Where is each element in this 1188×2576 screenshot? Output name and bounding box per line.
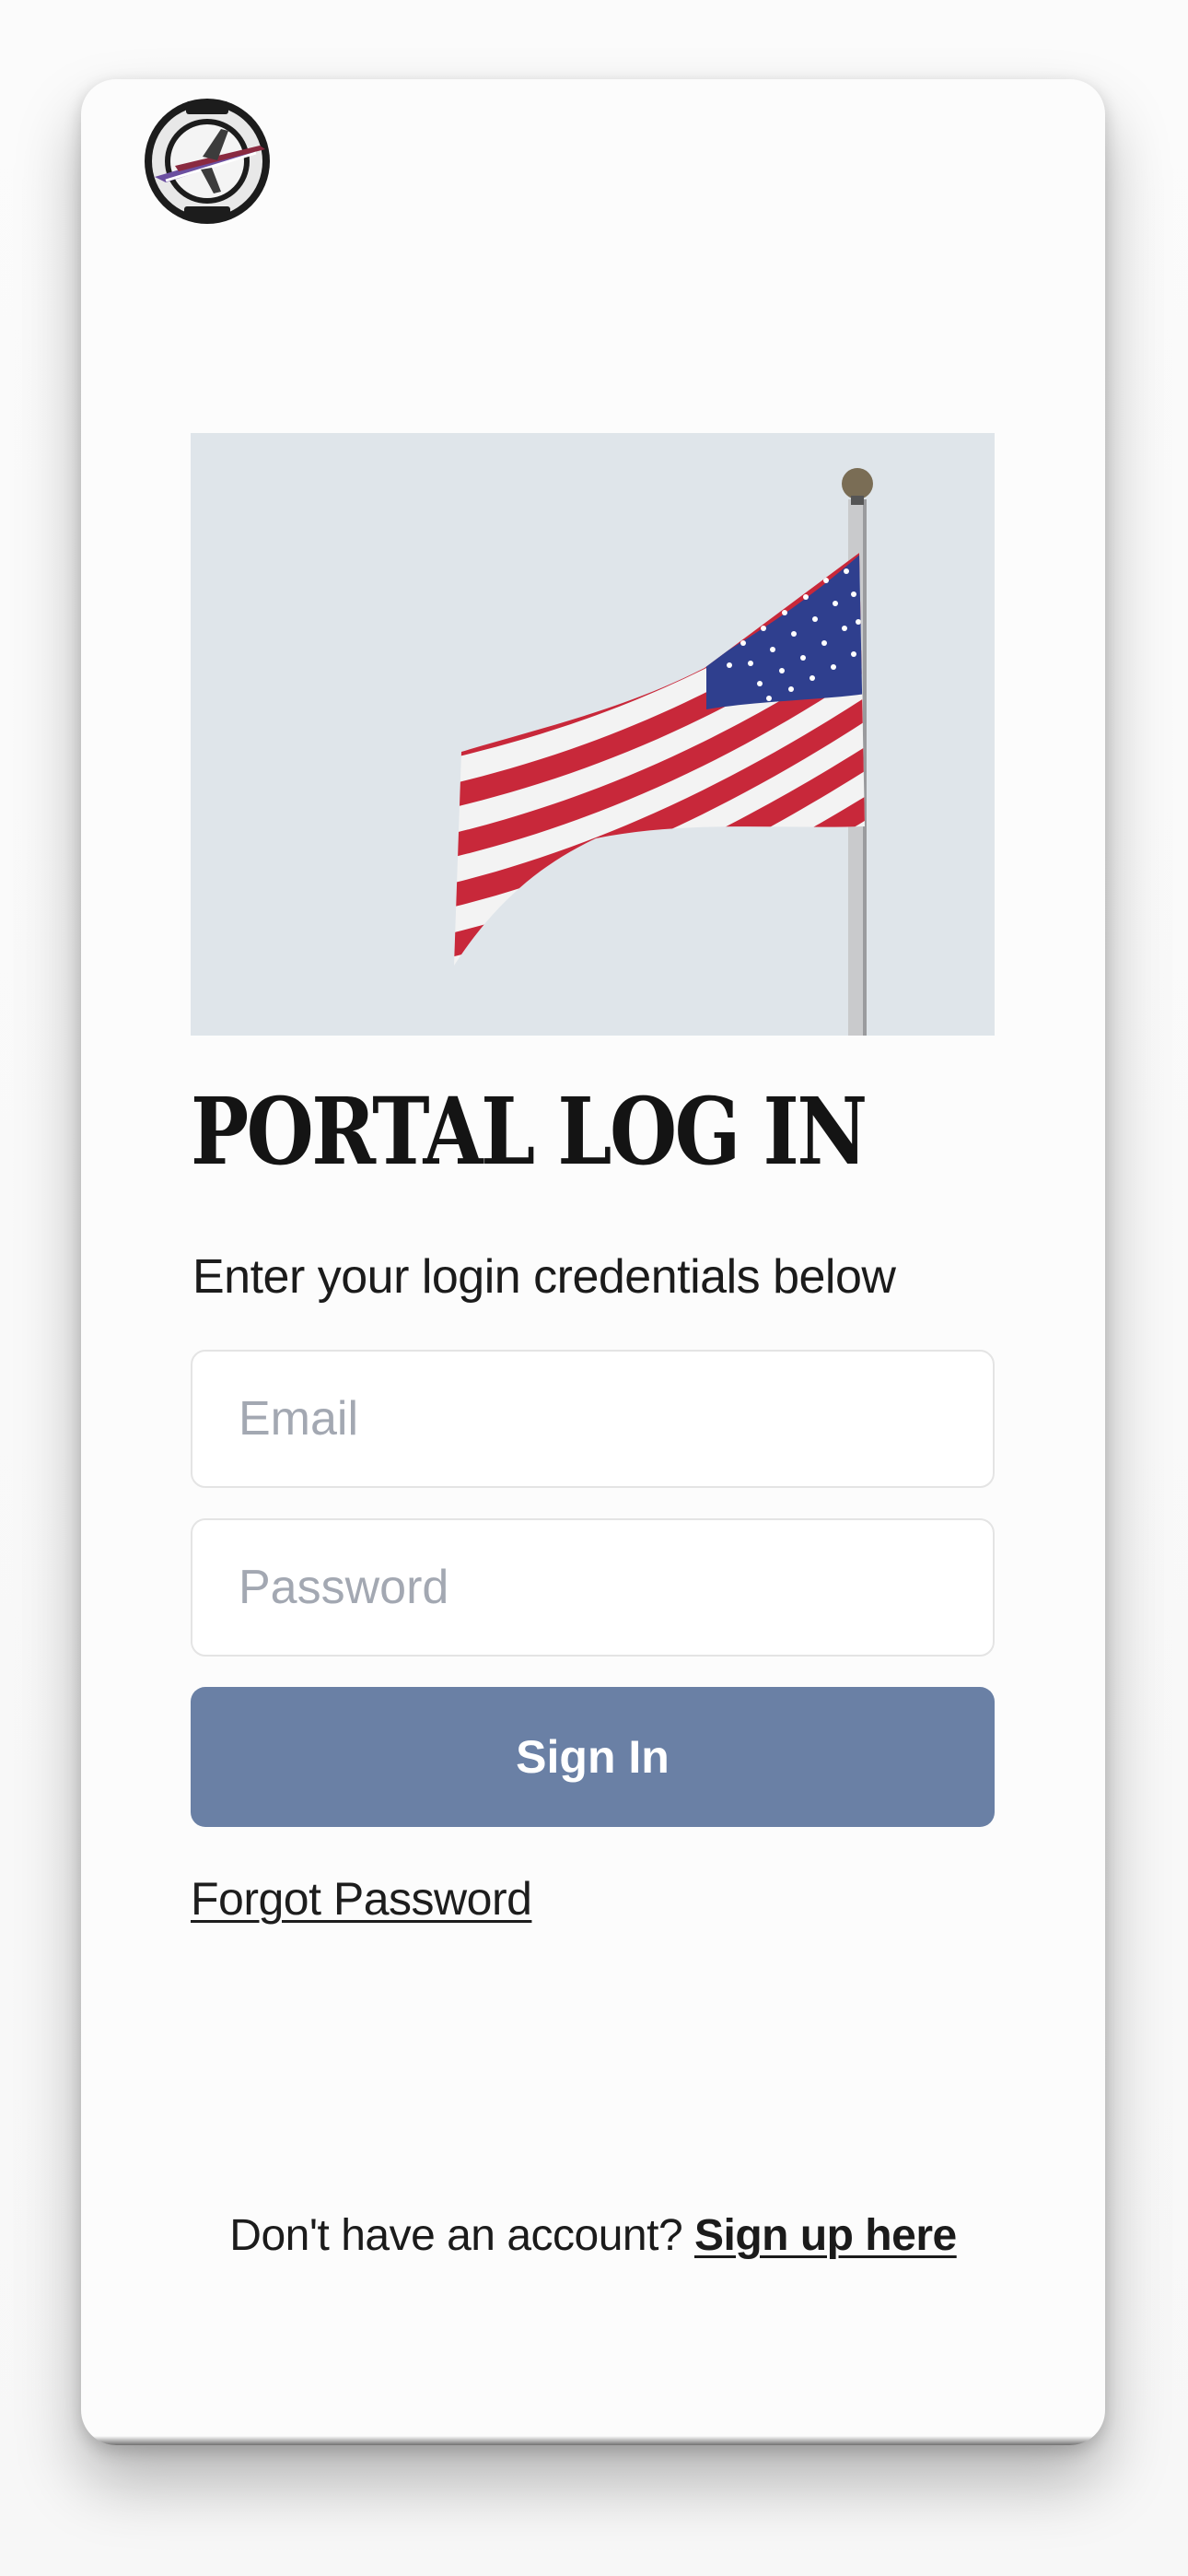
american-flag-image	[191, 433, 995, 1036]
sign-up-link[interactable]: Sign up here	[694, 2211, 957, 2260]
airplane-emblem-icon	[145, 99, 270, 224]
password-field[interactable]	[191, 1518, 995, 1657]
signup-prompt-text: Don't have an account?	[229, 2211, 683, 2260]
logo	[138, 92, 276, 230]
login-screen: PORTAL LOG IN Enter your login credentia…	[81, 79, 1105, 2445]
page-title: PORTAL LOG IN	[191, 1077, 868, 1186]
email-field[interactable]	[191, 1350, 995, 1488]
signup-prompt: Don't have an account? Sign up here	[81, 2210, 1105, 2261]
screen: PORTAL LOG IN Enter your login credentia…	[0, 0, 1188, 2576]
sign-in-button[interactable]: Sign In	[191, 1687, 995, 1827]
forgot-password-link[interactable]: Forgot Password	[191, 1872, 532, 1926]
page-subtitle: Enter your login credentials below	[192, 1250, 896, 1304]
hero-image	[191, 433, 995, 1036]
